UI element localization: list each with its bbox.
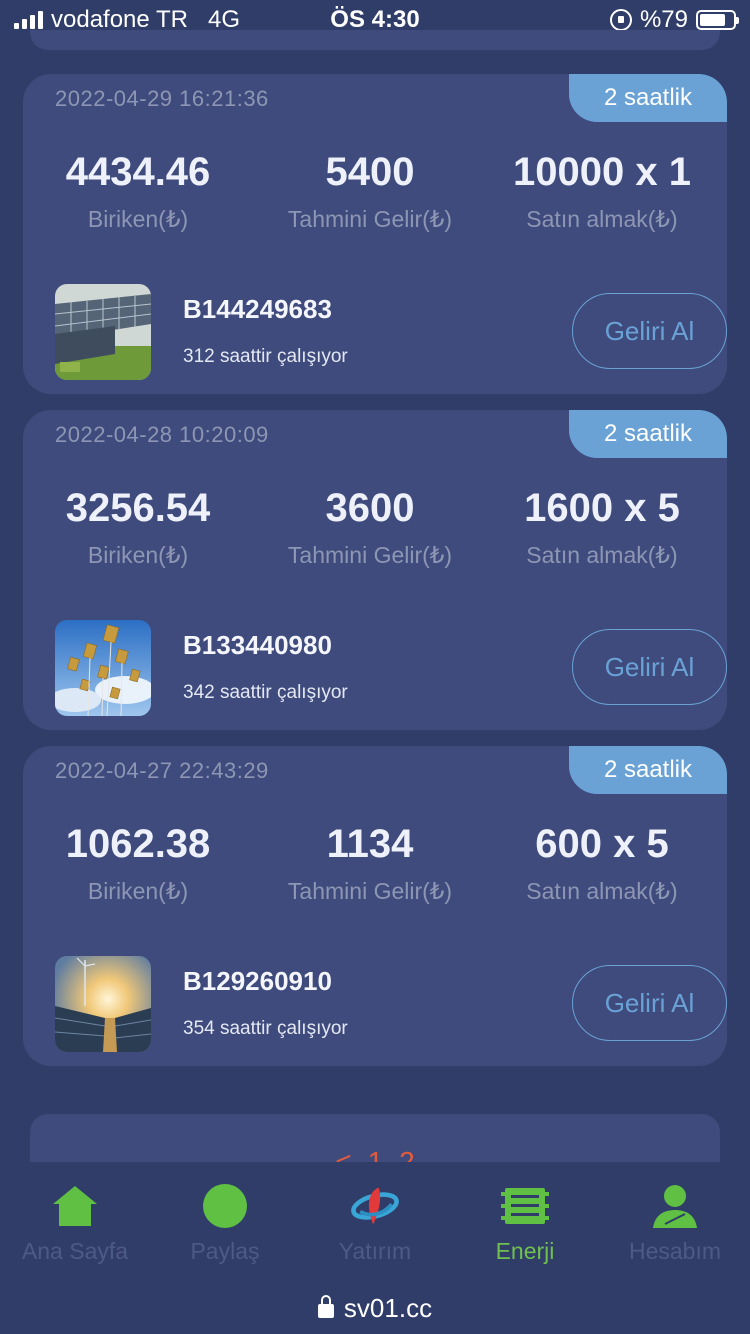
- account-icon: [651, 1182, 699, 1230]
- card-hours: 354 saattir çalışıyor: [183, 1018, 348, 1039]
- stat-label: Satın almak(₺): [526, 542, 678, 568]
- stat-label: Tahmini Gelir(₺): [287, 206, 453, 232]
- stat-purchase: 1600 x 5 Satın almak(₺): [487, 486, 717, 569]
- collect-income-button[interactable]: Geliri Al: [572, 629, 727, 705]
- stat-label: Biriken(₺): [87, 878, 189, 904]
- solar-farm-sunset-thumbnail: [55, 956, 151, 1052]
- stat-value: 3256.54: [65, 486, 211, 530]
- stat-value: 5400: [325, 150, 415, 194]
- solar-tracker-thumbnail: [55, 620, 151, 716]
- share-icon: [201, 1182, 249, 1230]
- stat-label: Satın almak(₺): [526, 878, 678, 904]
- bottom-nav: Ana Sayfa Paylaş Yatırım Enerji Hesabım: [0, 1162, 750, 1282]
- investment-card: 2022-04-29 16:21:36 2 saatlik 4434.46 Bi…: [23, 74, 727, 394]
- investment-card: 2022-04-28 10:20:09 2 saatlik 3256.54 Bi…: [23, 410, 727, 730]
- url-text: sv01.cc: [343, 1292, 433, 1323]
- duration-badge: 2 saatlik: [569, 410, 727, 458]
- nav-label: Ana Sayfa: [21, 1238, 129, 1264]
- collect-income-button[interactable]: Geliri Al: [572, 965, 727, 1041]
- card-date: 2022-04-27 22:43:29: [55, 758, 269, 783]
- stat-estimated-income: 5400 Tahmini Gelir(₺): [255, 150, 485, 233]
- stat-value: 1600 x 5: [524, 486, 680, 530]
- card-date: 2022-04-29 16:21:36: [55, 86, 269, 111]
- stat-label: Tahmini Gelir(₺): [287, 542, 453, 568]
- stat-value: 10000 x 1: [513, 150, 691, 194]
- nav-label: Hesabım: [628, 1238, 722, 1264]
- nav-label: Paylaş: [190, 1238, 260, 1264]
- battery-icon: [696, 10, 739, 30]
- stat-purchase: 600 x 5 Satın almak(₺): [487, 822, 717, 905]
- duration-badge: 2 saatlik: [569, 746, 727, 794]
- card-hours: 342 saattir çalışıyor: [183, 682, 348, 703]
- stat-label: Biriken(₺): [87, 542, 189, 568]
- stat-accumulated: 1062.38 Biriken(₺): [23, 822, 253, 905]
- nav-item-invest[interactable]: Yatırım: [300, 1162, 450, 1282]
- stat-label: Biriken(₺): [87, 206, 189, 232]
- nav-item-home[interactable]: Ana Sayfa: [0, 1162, 150, 1282]
- nav-label: Yatırım: [338, 1238, 412, 1264]
- duration-badge: 2 saatlik: [569, 74, 727, 122]
- nav-item-account[interactable]: Hesabım: [600, 1162, 750, 1282]
- collect-income-button[interactable]: Geliri Al: [572, 293, 727, 369]
- url-bar[interactable]: sv01.cc: [0, 1282, 750, 1334]
- card-date: 2022-04-28 10:20:09: [55, 422, 269, 447]
- stat-label: Tahmini Gelir(₺): [287, 878, 453, 904]
- stat-value: 600 x 5: [535, 822, 669, 866]
- stat-accumulated: 3256.54 Biriken(₺): [23, 486, 253, 569]
- home-icon: [51, 1182, 99, 1230]
- nav-label: Enerji: [495, 1238, 555, 1264]
- solar-panel-thumbnail: [55, 284, 151, 380]
- stat-label: Satın almak(₺): [526, 206, 678, 232]
- card-hours: 312 saattir çalışıyor: [183, 346, 348, 367]
- card-id: B144249683: [183, 294, 332, 324]
- investment-card: 2022-04-27 22:43:29 2 saatlik 1062.38 Bi…: [23, 746, 727, 1066]
- stat-value: 3600: [325, 486, 415, 530]
- stat-purchase: 10000 x 1 Satın almak(₺): [487, 150, 717, 233]
- signal-icon: [14, 11, 43, 29]
- card-id: B133440980: [183, 630, 332, 660]
- energy-icon: [501, 1182, 549, 1230]
- stat-accumulated: 4434.46 Biriken(₺): [23, 150, 253, 233]
- stat-value: 4434.46: [65, 150, 211, 194]
- previous-card-stub: [30, 30, 720, 50]
- invest-icon: [351, 1182, 399, 1230]
- rotation-lock-icon: [609, 9, 632, 31]
- stat-estimated-income: 3600 Tahmini Gelir(₺): [255, 486, 485, 569]
- stat-value: 1062.38: [65, 822, 211, 866]
- card-id: B129260910: [183, 966, 332, 996]
- stat-estimated-income: 1134 Tahmini Gelir(₺): [255, 822, 485, 905]
- stat-value: 1134: [326, 822, 414, 866]
- lock-icon: [317, 1295, 334, 1318]
- nav-item-share[interactable]: Paylaş: [150, 1162, 300, 1282]
- nav-item-energy[interactable]: Enerji: [450, 1162, 600, 1282]
